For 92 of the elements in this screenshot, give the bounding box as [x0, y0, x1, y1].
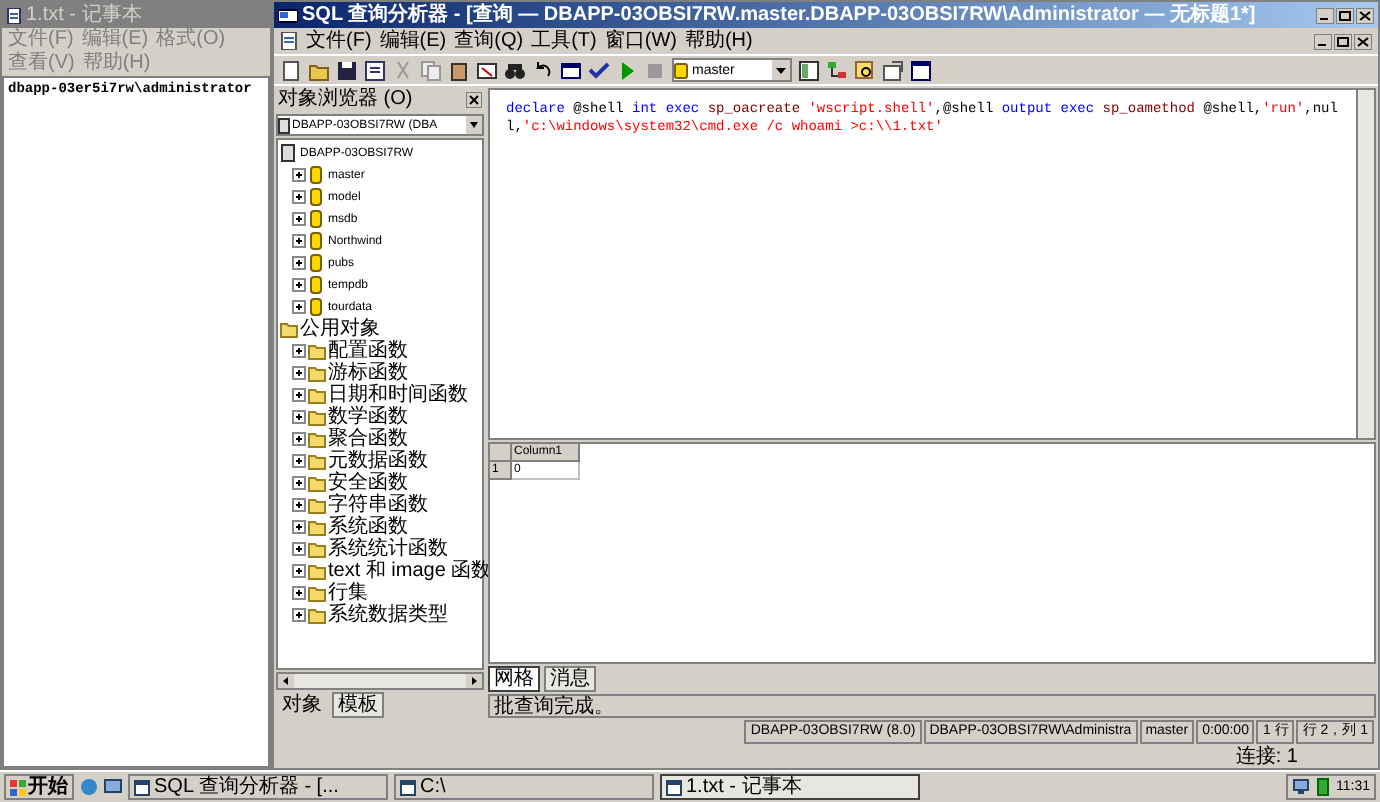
desktop-icon[interactable]: [104, 778, 122, 796]
binoculars-icon[interactable]: [504, 59, 526, 81]
expand-icon[interactable]: [292, 498, 306, 512]
tree-item[interactable]: 游标函数: [328, 362, 408, 384]
scroll-right-icon[interactable]: [466, 674, 482, 688]
minimize-icon[interactable]: [1316, 7, 1334, 23]
window-icon[interactable]: [910, 59, 932, 81]
expand-icon[interactable]: [292, 190, 306, 204]
tree-item[interactable]: text 和 image 函数: [328, 560, 492, 582]
status-field: 连接: 1: [1235, 745, 1298, 767]
taskbar-button[interactable]: C:\: [394, 774, 654, 800]
undo-icon[interactable]: [532, 59, 554, 81]
vertical-scrollbar[interactable]: [1356, 90, 1374, 438]
close-icon[interactable]: [1354, 33, 1372, 49]
menu-item[interactable]: 窗口(W): [604, 29, 677, 53]
menu-item[interactable]: 编辑(E): [379, 29, 447, 53]
expand-icon[interactable]: [292, 520, 306, 534]
object-browser-icon[interactable]: [798, 59, 820, 81]
window-title: SQL 查询分析器 - [查询 — DBAPP-03OBSI7RW.master.DBAPP-03OBSI7RW\Administrator — 无标题1*]: [302, 3, 1256, 27]
windows-logo-icon: [10, 779, 26, 795]
scroll-left-icon[interactable]: [278, 674, 294, 688]
expand-icon[interactable]: [292, 608, 306, 622]
tree-item[interactable]: 聚合函数: [328, 428, 408, 450]
tree-item[interactable]: 日期和时间函数: [328, 384, 468, 406]
window-icon: [400, 779, 416, 795]
menu-item[interactable]: 帮助(H): [684, 29, 753, 53]
close-icon[interactable]: [1356, 7, 1374, 23]
expand-icon[interactable]: [292, 256, 306, 270]
results-tab[interactable]: 网格: [488, 666, 540, 692]
clear-icon[interactable]: [476, 59, 498, 81]
tree-item[interactable]: 配置函数: [328, 340, 408, 362]
properties-icon[interactable]: [882, 59, 904, 81]
database-icon: [674, 61, 688, 79]
tree-item[interactable]: 数学函数: [328, 406, 408, 428]
expand-icon[interactable]: [292, 212, 306, 226]
start-button[interactable]: 开始: [4, 774, 74, 800]
paste-icon[interactable]: [448, 59, 470, 81]
tree-item[interactable]: 元数据函数: [328, 450, 428, 472]
expand-icon[interactable]: [292, 344, 306, 358]
save-icon[interactable]: [336, 59, 358, 81]
close-icon[interactable]: [466, 92, 482, 108]
menu-item[interactable]: 工具(T): [531, 29, 597, 53]
expand-icon[interactable]: [292, 234, 306, 248]
open-folder-icon[interactable]: [308, 59, 330, 81]
expand-icon[interactable]: [292, 366, 306, 380]
tree-item[interactable]: 系统函数: [328, 516, 408, 538]
panel-title: 对象浏览器 (O): [278, 88, 413, 112]
horizontal-scrollbar[interactable]: [276, 672, 484, 690]
tree-item[interactable]: 行集: [328, 582, 368, 604]
results-grid-icon[interactable]: [560, 59, 582, 81]
panel-tab[interactable]: 模板: [332, 692, 384, 718]
window-title: 1.txt - 记事本: [26, 3, 142, 27]
taskbar-button[interactable]: 1.txt - 记事本: [660, 774, 920, 800]
status-message: 批查询完成。: [494, 695, 614, 717]
tree-item[interactable]: 安全函数: [328, 472, 408, 494]
checkmark-icon[interactable]: [588, 59, 610, 81]
menu-item[interactable]: 文件(F): [306, 29, 372, 53]
window-icon: [134, 779, 150, 795]
window-icon: [666, 779, 682, 795]
expand-icon[interactable]: [292, 300, 306, 314]
maximize-icon[interactable]: [1336, 7, 1354, 23]
network-icon[interactable]: [1292, 778, 1310, 796]
expand-icon[interactable]: [292, 388, 306, 402]
expand-icon[interactable]: [292, 410, 306, 424]
tree-item[interactable]: 字符串函数: [328, 494, 428, 516]
taskbar-button[interactable]: SQL 查询分析器 - [...: [128, 774, 388, 800]
notepad-icon: [6, 7, 22, 23]
maximize-icon[interactable]: [1334, 33, 1352, 49]
app-icon: [278, 7, 298, 23]
expand-icon[interactable]: [292, 564, 306, 578]
server-tray-icon[interactable]: [1314, 778, 1332, 796]
tree-item[interactable]: 公用对象: [300, 318, 380, 340]
expand-icon[interactable]: [292, 476, 306, 490]
panel-tab[interactable]: 对象: [276, 692, 328, 718]
search-icon[interactable]: [854, 59, 876, 81]
corner-header[interactable]: [490, 444, 512, 462]
expand-icon[interactable]: [292, 542, 306, 556]
expand-icon[interactable]: [292, 168, 306, 182]
document-icon: [280, 32, 298, 50]
expand-icon[interactable]: [292, 278, 306, 292]
tree-item[interactable]: 系统统计函数: [328, 538, 448, 560]
tree-item[interactable]: 系统数据类型: [328, 604, 448, 626]
new-query-icon[interactable]: [280, 59, 302, 81]
tree-icon[interactable]: [826, 59, 848, 81]
expand-icon[interactable]: [292, 586, 306, 600]
minimize-icon[interactable]: [1314, 33, 1332, 49]
form-icon[interactable]: [364, 59, 386, 81]
dropdown-arrow-icon: [466, 116, 482, 134]
results-tab[interactable]: 消息: [544, 666, 596, 692]
expand-icon[interactable]: [292, 432, 306, 446]
expand-icon[interactable]: [292, 454, 306, 468]
menu-item[interactable]: 查询(Q): [454, 29, 524, 53]
